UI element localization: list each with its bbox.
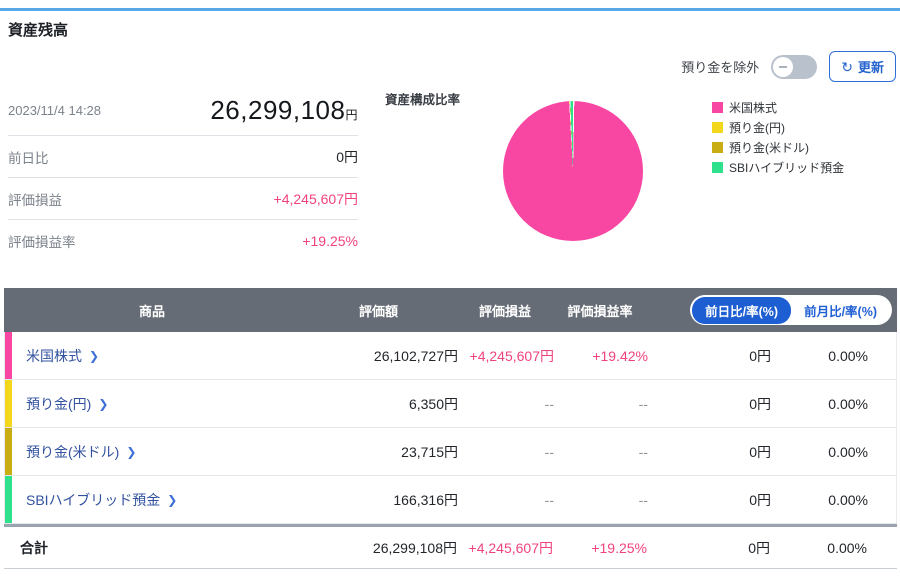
table-row: SBIハイブリッド預金 ❯ 166,316円 -- -- 0円 0.00% [4, 476, 897, 524]
total-day-rate: 0.00% [827, 539, 867, 556]
product-link-usd-deposit[interactable]: 預り金(米ドル) ❯ [26, 442, 301, 462]
cell-pl: -- [544, 443, 554, 460]
legend-swatch-usd-deposit [712, 142, 723, 153]
summary-row-unrealized-pl-rate: 評価損益率 +19.25% [8, 220, 358, 262]
chevron-right-icon: ❯ [126, 444, 137, 459]
chevron-right-icon: ❯ [98, 396, 109, 411]
refresh-button-label: 更新 [857, 60, 884, 75]
product-link-hybrid-deposit[interactable]: SBIハイブリッド預金 ❯ [26, 490, 301, 510]
legend-swatch-jpy-deposit [712, 122, 723, 133]
pie-legend: 米国株式 預り金(円) 預り金(米ドル) SBIハイブリッド預金 [712, 99, 844, 176]
currency-unit: 円 [345, 108, 358, 122]
cell-pl: +4,245,607円 [469, 347, 554, 364]
summary-row-unrealized-pl: 評価損益 +4,245,607円 [8, 178, 358, 220]
period-toggle: 前日比/率(%) 前月比/率(%) [690, 295, 892, 325]
cell-day-rate: 0.00% [828, 347, 868, 364]
period-toggle-month[interactable]: 前月比/率(%) [791, 296, 890, 324]
cell-day-rate: 0.00% [828, 395, 868, 412]
legend-label: SBIハイブリッド預金 [729, 161, 845, 175]
summary-total-row: 2023/11/4 14:28 26,299,108円 [8, 86, 358, 136]
table-row: 預り金(円) ❯ 6,350円 -- -- 0円 0.00% [4, 380, 897, 428]
unrealized-pl-rate-value: +19.25% [302, 233, 358, 249]
cell-day-rate: 0.00% [828, 443, 868, 460]
legend-item: 預り金(円) [712, 119, 844, 136]
cell-value: 26,102,727円 [373, 347, 458, 364]
cell-day-change: 0円 [749, 491, 771, 508]
day-change-label: 前日比 [8, 150, 49, 166]
header-pl: 評価損益 [478, 303, 531, 319]
total-pl: +4,245,607円 [468, 539, 553, 556]
cell-pl-rate: -- [638, 491, 648, 508]
header-product: 商品 [138, 303, 165, 319]
legend-label: 米国株式 [729, 101, 778, 115]
as-of-timestamp: 2023/11/4 14:28 [8, 103, 102, 118]
row-color-bar [5, 380, 12, 427]
refresh-icon: ↻ [841, 58, 853, 75]
legend-label: 預り金(円) [729, 121, 785, 135]
cell-pl-rate: +19.42% [592, 347, 648, 364]
cell-value: 23,715円 [401, 443, 458, 460]
unrealized-pl-value: +4,245,607円 [273, 190, 358, 207]
refresh-button[interactable]: ↻ 更新 [829, 51, 896, 82]
chevron-right-icon: ❯ [89, 348, 100, 363]
total-day-change: 0円 [748, 539, 770, 556]
total-value: 26,299,108円 [372, 539, 457, 556]
controls-bar: 預り金を除外 ↻ 更新 [681, 51, 896, 82]
table-total-row: 合計 26,299,108円 +4,245,607円 +19.25% 0円 0.… [4, 524, 897, 569]
header-value: 評価額 [358, 303, 398, 319]
cell-day-change: 0円 [749, 443, 771, 460]
asset-table: 商品 評価額 評価損益 評価損益率 前日比/率(%) 前月比/率(%) 米国株式… [4, 288, 897, 569]
cell-pl: -- [544, 395, 554, 412]
cell-value: 6,350円 [408, 395, 458, 412]
legend-label: 預り金(米ドル) [729, 141, 809, 155]
cell-pl-rate: -- [638, 395, 648, 412]
unrealized-pl-rate-label: 評価損益率 [8, 235, 76, 250]
exclude-deposits-toggle[interactable] [771, 54, 818, 79]
cell-value: 166,316円 [393, 491, 458, 508]
toggle-knob[interactable] [773, 56, 794, 77]
asset-composition-pie-chart [503, 101, 643, 241]
table-row: 米国株式 ❯ 26,102,727円 +4,245,607円 +19.42% 0円… [4, 332, 897, 380]
page-title: 資産残高 [8, 22, 69, 39]
cell-pl: -- [544, 491, 554, 508]
legend-swatch-hybrid-deposit [712, 162, 723, 173]
total-asset-value: 26,299,108円 [210, 95, 358, 125]
row-color-bar [5, 428, 12, 475]
exclude-deposits-label: 預り金を除外 [681, 60, 760, 75]
cell-day-change: 0円 [749, 347, 771, 364]
pie-chart-title: 資産構成比率 [385, 93, 461, 107]
summary-panel: 2023/11/4 14:28 26,299,108円 前日比 0円 評価損益 … [8, 86, 358, 262]
day-change-value: 0円 [336, 148, 358, 165]
legend-swatch-us-stocks [712, 102, 723, 113]
cell-day-change: 0円 [749, 395, 771, 412]
table-row: 預り金(米ドル) ❯ 23,715円 -- -- 0円 0.00% [4, 428, 897, 476]
asset-balance-page: 資産残高 預り金を除外 ↻ 更新 2023/11/4 14:28 26,299,… [0, 0, 900, 580]
table-header: 商品 評価額 評価損益 評価損益率 前日比/率(%) 前月比/率(%) [4, 288, 897, 332]
total-label: 合計 [20, 539, 48, 556]
row-color-bar [5, 332, 12, 379]
legend-item: 米国株式 [712, 99, 844, 116]
total-pl-rate: +19.25% [591, 539, 647, 556]
unrealized-pl-label: 評価損益 [8, 192, 62, 208]
product-link-us-stocks[interactable]: 米国株式 ❯ [26, 346, 301, 366]
product-link-jpy-deposit[interactable]: 預り金(円) ❯ [26, 394, 301, 414]
header-pl-rate: 評価損益率 [567, 303, 633, 319]
accent-divider [0, 8, 900, 11]
legend-item: SBIハイブリッド預金 [712, 159, 844, 176]
summary-row-day-change: 前日比 0円 [8, 136, 358, 178]
row-color-bar [5, 476, 12, 523]
legend-item: 預り金(米ドル) [712, 139, 844, 156]
period-toggle-day[interactable]: 前日比/率(%) [692, 296, 792, 324]
cell-day-rate: 0.00% [828, 491, 868, 508]
chevron-right-icon: ❯ [167, 492, 178, 507]
cell-pl-rate: -- [638, 443, 648, 460]
